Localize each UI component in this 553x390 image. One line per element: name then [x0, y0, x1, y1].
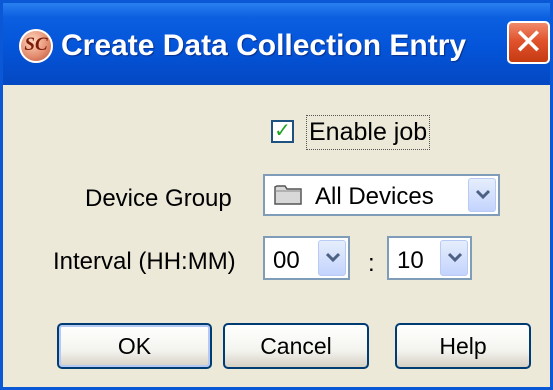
- enable-job-checkbox[interactable]: ✓: [271, 120, 294, 143]
- chevron-down-icon: [475, 189, 491, 200]
- device-group-value: All Devices: [315, 183, 434, 210]
- help-button[interactable]: Help: [395, 323, 531, 369]
- interval-separator: :: [368, 250, 375, 277]
- chevron-down-icon: [447, 252, 463, 263]
- dialog-content: ✓ Enable job Device Group All Devices In…: [3, 85, 550, 387]
- enable-job-label[interactable]: Enable job: [306, 115, 431, 150]
- interval-hours-value: 00: [273, 247, 300, 274]
- interval-minutes-select[interactable]: 10: [387, 236, 472, 280]
- device-group-label: Device Group: [85, 185, 232, 212]
- folder-icon: [274, 185, 302, 205]
- check-icon: ✓: [274, 120, 291, 142]
- device-group-select[interactable]: All Devices: [263, 174, 500, 216]
- title-bar[interactable]: SC Create Data Collection Entry ✕: [3, 3, 550, 85]
- chevron-down-icon: [325, 252, 341, 263]
- app-icon: SC: [19, 29, 53, 63]
- window-title: Create Data Collection Entry: [61, 29, 467, 62]
- ok-button[interactable]: OK: [57, 323, 212, 369]
- device-group-dropdown-button[interactable]: [468, 178, 496, 212]
- interval-minutes-value: 10: [397, 247, 424, 274]
- dialog-window: SC Create Data Collection Entry ✕ ✓ Enab…: [0, 0, 553, 390]
- hours-dropdown-button[interactable]: [318, 240, 346, 276]
- cancel-button[interactable]: Cancel: [223, 323, 369, 369]
- interval-hours-select[interactable]: 00: [263, 236, 350, 280]
- close-button[interactable]: ✕: [507, 21, 550, 64]
- minutes-dropdown-button[interactable]: [440, 240, 468, 276]
- close-icon: ✕: [513, 21, 544, 62]
- interval-label: Interval (HH:MM): [53, 248, 236, 275]
